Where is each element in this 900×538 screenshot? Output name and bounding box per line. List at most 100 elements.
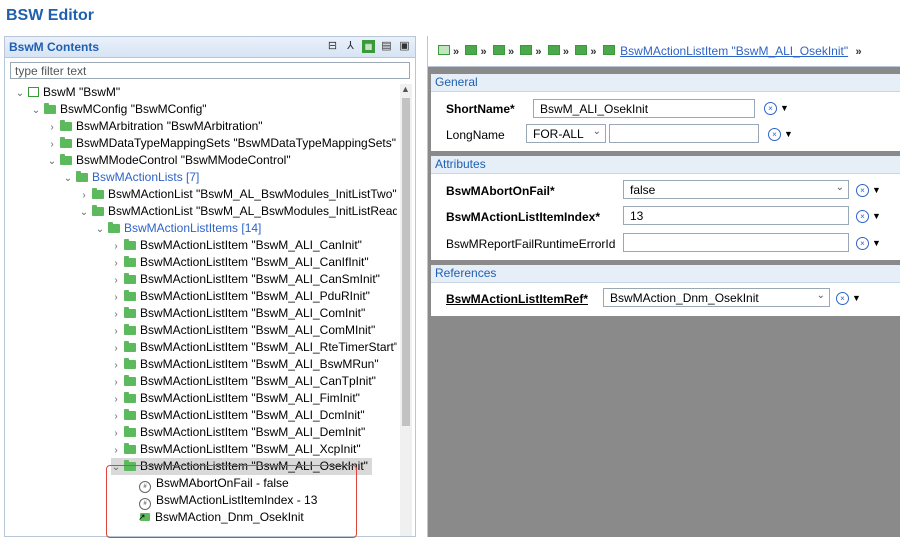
tree-item[interactable]: › BswMActionListItem "BswM_ALI_FimInit" bbox=[111, 390, 360, 407]
chevron-down-icon[interactable]: ▼ bbox=[872, 211, 881, 221]
tree-item[interactable]: ⌄ BswM "BswM" bbox=[15, 84, 120, 101]
tree-item-label: BswMConfig "BswMConfig" bbox=[60, 102, 207, 116]
tree-scrollbar[interactable]: ▲ bbox=[400, 84, 412, 536]
reset-icon[interactable]: × bbox=[768, 128, 781, 141]
reset-icon[interactable]: × bbox=[764, 102, 777, 115]
chevron-right-icon[interactable]: › bbox=[111, 374, 121, 391]
tree-item-label: BswMActionListItem "BswM_ALI_CanIfInit" bbox=[140, 255, 369, 269]
reset-icon[interactable]: × bbox=[856, 184, 869, 197]
expand-toggle-icon[interactable]: ⌄ bbox=[63, 170, 73, 187]
tree-item[interactable]: › BswMActionListItem "BswM_ALI_ComMInit" bbox=[111, 322, 375, 339]
folder-icon bbox=[60, 120, 72, 131]
tree-item[interactable]: › BswMArbitration "BswMArbitration" bbox=[47, 118, 262, 136]
chevron-right-icon[interactable]: › bbox=[47, 136, 57, 153]
chevron-down-icon[interactable]: ▼ bbox=[872, 238, 881, 248]
shortname-label: ShortName* bbox=[446, 102, 515, 116]
chevron-right-icon[interactable]: » bbox=[480, 46, 486, 58]
item-ref-select[interactable]: BswMAction_Dnm_OsekInit ⌄ bbox=[603, 288, 830, 307]
chevron-right-icon[interactable]: » bbox=[535, 46, 541, 58]
chevron-right-icon[interactable]: » bbox=[855, 46, 861, 58]
chevron-right-icon[interactable]: › bbox=[111, 238, 121, 255]
scrollbar-thumb[interactable] bbox=[402, 98, 410, 426]
chevron-right-icon[interactable]: › bbox=[111, 357, 121, 374]
abort-on-fail-actions[interactable]: × ▼ bbox=[856, 182, 881, 197]
filter-input[interactable]: type filter text bbox=[10, 62, 410, 79]
tree-item[interactable]: › BswMActionListItem "BswM_ALI_BswMRun" bbox=[111, 356, 378, 374]
tree-item[interactable]: › BswMActionListItem "BswM_ALI_RteTimerSt… bbox=[111, 339, 397, 356]
shortname-field[interactable]: BswM_ALI_OsekInit bbox=[533, 99, 755, 118]
item-ref-actions[interactable]: × ▼ bbox=[836, 290, 861, 305]
report-fail-field[interactable] bbox=[623, 233, 849, 252]
chevron-right-icon[interactable]: › bbox=[111, 255, 121, 272]
chevron-right-icon[interactable]: › bbox=[111, 391, 121, 408]
chevron-right-icon[interactable]: › bbox=[111, 425, 121, 442]
folder-icon[interactable] bbox=[465, 45, 478, 55]
tree-item[interactable]: › BswMActionList "BswM_AL_BswModules_Init… bbox=[79, 186, 396, 204]
chevron-right-icon[interactable]: › bbox=[79, 187, 89, 204]
tree-item[interactable]: › BswMActionListItem "BswM_ALI_DemInit" bbox=[111, 424, 365, 441]
tree-item[interactable]: › BswMActionListItem "BswM_ALI_DcmInit" bbox=[111, 407, 364, 425]
tree-item[interactable]: › BswMActionListItem "BswM_ALI_XcpInit" bbox=[111, 441, 360, 459]
chevron-right-icon[interactable]: » bbox=[453, 46, 459, 58]
scroll-up-icon[interactable]: ▲ bbox=[401, 84, 410, 94]
expand-toggle-icon[interactable]: ⌄ bbox=[79, 204, 89, 221]
longname-field[interactable] bbox=[609, 124, 759, 143]
chevron-right-icon[interactable]: › bbox=[111, 323, 121, 340]
breadcrumb-current-link[interactable]: BswMActionListItem "BswM_ALI_OsekInit" bbox=[620, 44, 848, 58]
folder-icon[interactable] bbox=[438, 45, 450, 55]
tree-item[interactable]: › BswMActionListItem "BswM_ALI_CanTpInit" bbox=[111, 373, 376, 390]
expand-toggle-icon[interactable]: ⌄ bbox=[47, 153, 57, 170]
tree-item[interactable]: ⌄ BswMActionListItems [14] bbox=[95, 220, 262, 238]
document-icon[interactable]: ▤ bbox=[380, 40, 393, 53]
shortname-actions[interactable]: × ▼ bbox=[764, 100, 789, 115]
view-menu-icon[interactable]: ▣ bbox=[398, 40, 411, 53]
tree-item[interactable]: › BswMActionListItem "BswM_ALI_PduRInit" bbox=[111, 288, 370, 305]
item-ref-value: BswMAction_Dnm_OsekInit bbox=[610, 291, 759, 305]
chevron-down-icon[interactable]: ▼ bbox=[784, 129, 793, 139]
item-index-field[interactable]: 13 bbox=[623, 206, 849, 225]
abort-on-fail-select[interactable]: false ⌄ bbox=[623, 180, 849, 199]
reset-icon[interactable]: × bbox=[856, 210, 869, 223]
folder-icon[interactable] bbox=[575, 45, 588, 55]
filter-icon[interactable]: ▦ bbox=[362, 40, 375, 53]
tree-item[interactable]: › BswMActionListItem "BswM_ALI_CanIfInit" bbox=[111, 254, 369, 272]
chevron-right-icon[interactable]: › bbox=[111, 289, 121, 306]
folder-icon[interactable] bbox=[547, 45, 560, 55]
tree-item[interactable]: › BswMActionListItem "BswM_ALI_CanInit" bbox=[111, 237, 362, 254]
link-editor-icon[interactable]: ⅄ bbox=[344, 40, 357, 53]
chevron-down-icon[interactable]: ▼ bbox=[852, 293, 861, 303]
folder-icon[interactable] bbox=[492, 45, 505, 55]
collapse-all-icon[interactable]: ⊟ bbox=[326, 40, 339, 53]
tree-item[interactable]: › BswMActionListItem "BswM_ALI_ComInit" bbox=[111, 305, 365, 322]
expand-toggle-icon[interactable]: ⌄ bbox=[31, 102, 41, 119]
longname-language-select[interactable]: FOR-ALL ⌄ bbox=[526, 124, 606, 143]
chevron-right-icon[interactable]: › bbox=[111, 340, 121, 357]
chevron-down-icon[interactable]: ▼ bbox=[780, 103, 789, 113]
folder-icon bbox=[108, 222, 120, 233]
reset-icon[interactable]: × bbox=[856, 237, 869, 250]
item-ref-label[interactable]: BswMActionListItemRef* bbox=[446, 292, 588, 306]
chevron-right-icon[interactable]: » bbox=[590, 46, 596, 58]
tree-item[interactable]: ⌄ BswMConfig "BswMConfig" bbox=[31, 101, 207, 118]
item-index-actions[interactable]: × ▼ bbox=[856, 208, 881, 223]
tree-item[interactable]: › BswMActionListItem "BswM_ALI_CanSmInit" bbox=[111, 271, 380, 288]
tree-item[interactable]: ⌄ BswMActionLists [7] bbox=[63, 169, 200, 187]
expand-toggle-icon[interactable]: ⌄ bbox=[15, 85, 25, 102]
tree-item[interactable]: › BswMDataTypeMappingSets "BswMDataTypeMa… bbox=[47, 135, 396, 152]
report-fail-actions[interactable]: × ▼ bbox=[856, 235, 881, 250]
chevron-right-icon[interactable]: › bbox=[111, 306, 121, 323]
tree-item[interactable]: ⌄ BswMActionList "BswM_AL_BswModules_Init… bbox=[79, 203, 397, 220]
chevron-right-icon[interactable]: » bbox=[508, 46, 514, 58]
expand-toggle-icon[interactable]: ⌄ bbox=[95, 221, 105, 238]
longname-label: LongName bbox=[446, 128, 505, 142]
folder-icon[interactable] bbox=[520, 45, 533, 55]
longname-actions[interactable]: × ▼ bbox=[768, 126, 793, 141]
chevron-right-icon[interactable]: › bbox=[47, 119, 57, 136]
reset-icon[interactable]: × bbox=[836, 292, 849, 305]
chevron-right-icon[interactable]: › bbox=[111, 408, 121, 425]
chevron-right-icon[interactable]: › bbox=[111, 272, 121, 289]
tree-item[interactable]: ⌄ BswMModeControl "BswMModeControl" bbox=[47, 152, 291, 169]
chevron-down-icon[interactable]: ▼ bbox=[872, 185, 881, 195]
chevron-right-icon[interactable]: » bbox=[563, 46, 569, 58]
chevron-right-icon[interactable]: › bbox=[111, 442, 121, 459]
